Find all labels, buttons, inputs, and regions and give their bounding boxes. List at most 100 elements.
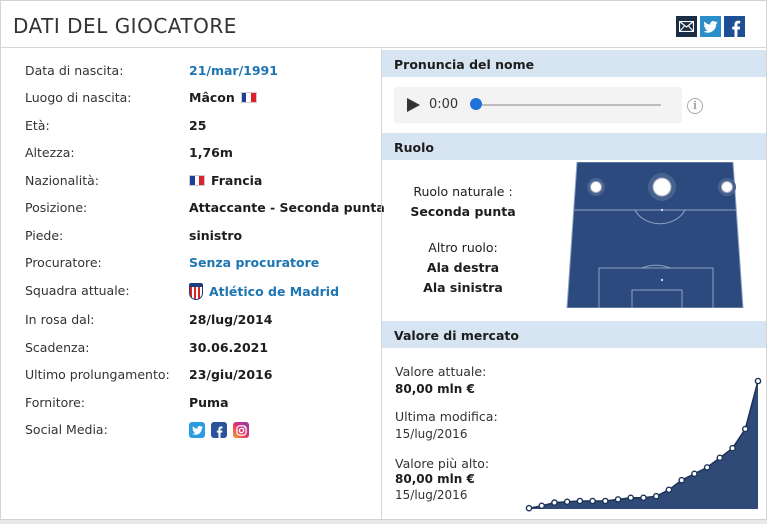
profile-row-extension: Ultimo prolungamento: 23/giu/2016 xyxy=(25,367,375,387)
profile-row-height: Altezza: 1,76m xyxy=(25,145,375,165)
chart-point xyxy=(563,498,571,506)
row-label: Ultimo prolungamento: xyxy=(25,367,170,382)
row-label: Posizione: xyxy=(25,200,88,215)
mail-icon[interactable] xyxy=(676,16,697,37)
panel-divider xyxy=(381,49,382,519)
chart-point xyxy=(602,497,609,505)
chart-point xyxy=(576,497,584,505)
audio-progress-thumb[interactable] xyxy=(470,98,482,110)
row-label: Squadra attuale: xyxy=(25,283,130,298)
instagram-icon[interactable] xyxy=(233,422,249,438)
market-heading: Valore di mercato xyxy=(382,321,766,348)
profile-row-supplier: Fornitore: Puma xyxy=(25,395,375,415)
chart-area xyxy=(529,381,758,509)
chart-point xyxy=(678,476,685,484)
other-role-value: Ala sinistra xyxy=(423,280,503,295)
club-link[interactable]: Atlético de Madrid xyxy=(209,284,339,299)
row-label: Altezza: xyxy=(25,145,75,160)
row-label: Social Media: xyxy=(25,422,108,437)
chart-point xyxy=(538,502,546,510)
chart-point xyxy=(627,494,635,502)
birthdate-link[interactable]: 21/mar/1991 xyxy=(189,63,278,78)
profile-row-social: Social Media: xyxy=(25,422,375,442)
row-label: Piede: xyxy=(25,228,64,243)
audio-time: 0:00 xyxy=(429,97,459,112)
chart-point xyxy=(525,504,533,512)
highest-value-label: Valore più alto: xyxy=(395,456,490,471)
row-value: sinistro xyxy=(189,228,243,243)
twitter-icon[interactable] xyxy=(700,16,721,37)
info-icon[interactable]: i xyxy=(687,98,703,114)
market-value-chart xyxy=(525,377,762,512)
profile-row-agent: Procuratore: Senza procuratore xyxy=(25,255,375,275)
chart-point xyxy=(640,494,647,502)
highest-value: 80,00 mln € xyxy=(395,472,475,486)
club-crest-icon[interactable] xyxy=(189,283,203,300)
chart-point xyxy=(754,377,762,385)
pronunciation-heading: Pronuncia del nome xyxy=(382,50,766,77)
row-value: Mâcon xyxy=(189,90,257,105)
play-icon[interactable] xyxy=(407,98,420,112)
row-value: 25 xyxy=(189,118,207,133)
row-label: Luogo di nascita: xyxy=(25,90,132,105)
chart-point xyxy=(716,454,724,462)
facebook-icon[interactable] xyxy=(724,16,745,37)
chart-point xyxy=(589,497,596,505)
agent-link[interactable]: Senza procuratore xyxy=(189,255,319,270)
audio-progress-track[interactable] xyxy=(473,104,661,106)
profile-row-contract: Scadenza: 30.06.2021 xyxy=(25,340,375,360)
row-value: Attaccante - Seconda punta xyxy=(189,200,385,215)
twitter-icon[interactable] xyxy=(189,422,205,438)
last-change-label: Ultima modifica: xyxy=(395,409,498,424)
profile-panel: Data di nascita: 21/mar/1991 Luogo di na… xyxy=(1,49,385,519)
nationality-text: Francia xyxy=(211,173,263,188)
profile-row-birthplace: Luogo di nascita: Mâcon xyxy=(25,90,375,110)
row-value: 30.06.2021 xyxy=(189,340,269,355)
page-title: DATI DEL GIOCATORE xyxy=(13,14,237,38)
current-value: 80,00 mln € xyxy=(395,382,475,396)
row-label: Fornitore: xyxy=(25,395,86,410)
row-value: Francia xyxy=(189,173,262,188)
row-value: Atlético de Madrid xyxy=(189,283,339,300)
card-header: DATI DEL GIOCATORE xyxy=(1,1,766,48)
row-value: 23/giu/2016 xyxy=(189,367,273,382)
profile-row-birthdate: Data di nascita: 21/mar/1991 xyxy=(25,63,375,83)
profile-row-nationality: Nazionalità: Francia xyxy=(25,173,375,193)
audio-player: 0:00 xyxy=(394,87,682,123)
france-flag-icon xyxy=(240,92,257,103)
current-value-label: Valore attuale: xyxy=(395,364,487,379)
highest-value-date: 15/lug/2016 xyxy=(395,488,468,502)
chart-point xyxy=(741,425,749,433)
profile-row-foot: Piede: sinistro xyxy=(25,228,375,248)
row-label: Età: xyxy=(25,118,50,133)
profile-row-position: Posizione: Attaccante - Seconda punta xyxy=(25,200,385,220)
profile-row-age: Età: 25 xyxy=(25,118,375,138)
chart-point xyxy=(614,496,622,503)
social-icons xyxy=(189,422,249,438)
row-value: 28/lug/2014 xyxy=(189,312,273,327)
other-role-value: Ala destra xyxy=(426,260,500,275)
facebook-icon[interactable] xyxy=(211,422,227,438)
chart-point xyxy=(691,470,698,478)
row-label: Nazionalità: xyxy=(25,173,99,188)
row-value: 1,76m xyxy=(189,145,233,160)
profile-row-club: Squadra attuale: Atlético de Madrid xyxy=(25,283,375,303)
profile-row-joined: In rosa dal: 28/lug/2014 xyxy=(25,312,375,332)
chart-point xyxy=(652,492,660,500)
row-value: Puma xyxy=(189,395,229,410)
natural-role-value: Seconda punta xyxy=(410,204,516,219)
birthplace-text: Mâcon xyxy=(189,90,235,105)
france-flag-icon xyxy=(189,175,205,186)
chart-point xyxy=(551,499,558,506)
last-change-date: 15/lug/2016 xyxy=(395,427,468,441)
row-label: Procuratore: xyxy=(25,255,102,270)
natural-role-label: Ruolo naturale : xyxy=(413,184,513,199)
row-label: Data di nascita: xyxy=(25,63,124,78)
row-label: Scadenza: xyxy=(25,340,90,355)
chart-point xyxy=(703,464,711,471)
role-heading: Ruolo xyxy=(382,133,766,160)
chart-point xyxy=(665,486,673,494)
pitch-diagram xyxy=(566,162,744,308)
other-role-label: Altro ruolo: xyxy=(428,240,498,255)
player-data-card: DATI DEL GIOCATORE Data di nascita: 21/m… xyxy=(0,0,767,520)
